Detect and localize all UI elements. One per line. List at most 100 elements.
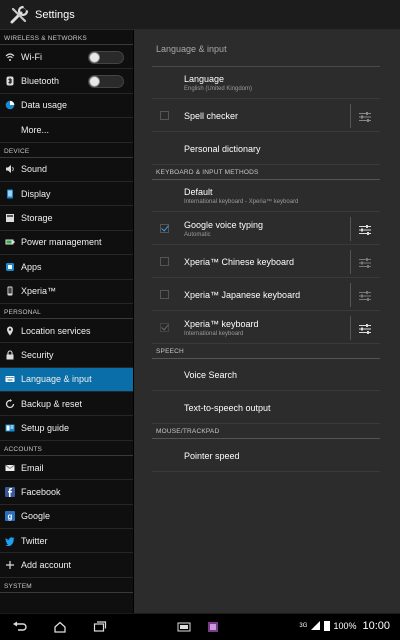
- small-app-icon[interactable]: [176, 620, 192, 634]
- pref-title: Text-to-speech output: [184, 403, 271, 413]
- settings-sliders-icon[interactable]: [358, 110, 372, 122]
- app-title: Settings: [35, 8, 75, 21]
- pref-spell-checker[interactable]: Spell checker: [152, 100, 380, 132]
- divider: [350, 104, 351, 128]
- sidebar-item-more[interactable]: More...: [0, 118, 133, 143]
- sidebar-item-data-usage[interactable]: Data usage: [0, 94, 133, 119]
- sidebar-item-language-input[interactable]: Language & input: [0, 367, 133, 393]
- pref-xperia-japanese-keyboard[interactable]: Xperia™ Japanese keyboard: [152, 279, 380, 311]
- sidebar-item-label: Data usage: [21, 100, 68, 111]
- pref-title: Voice Search: [184, 370, 238, 380]
- recent-apps-icon[interactable]: [91, 620, 109, 634]
- sidebar-item-label: Add account: [21, 560, 72, 571]
- sidebar-item-xperia[interactable]: Xperia™: [0, 280, 133, 304]
- section-header-personal: PERSONAL: [0, 304, 133, 319]
- sidebar-item-display[interactable]: Display: [0, 182, 133, 207]
- sidebar-item-label: Facebook: [21, 486, 61, 497]
- twitter-icon: [5, 536, 15, 546]
- sidebar-item-label: Display: [21, 188, 51, 199]
- sidebar-item-facebook[interactable]: Facebook: [0, 480, 133, 505]
- wifi-toggle[interactable]: [88, 51, 124, 64]
- sidebar-item-label: Location services: [21, 325, 91, 336]
- storage-icon: [5, 213, 15, 223]
- pref-summary: International keyboard: [184, 331, 244, 337]
- sidebar-item-label: Apps: [21, 261, 42, 272]
- toggle-knob: [89, 76, 100, 88]
- battery-icon: [5, 237, 15, 247]
- xperia-keyboard-checkbox[interactable]: [160, 323, 169, 332]
- sidebar-item-wifi[interactable]: Wi-Fi: [0, 45, 133, 70]
- sidebar-item-security[interactable]: Security: [0, 343, 133, 368]
- pref-text-to-speech[interactable]: Text-to-speech output: [152, 392, 380, 424]
- sidebar-item-email[interactable]: Email: [0, 456, 133, 481]
- section-header-wireless: WIRELESS & NETWORKS: [0, 30, 133, 45]
- sidebar-item-label: Power management: [21, 237, 102, 248]
- sidebar-item-label: Storage: [21, 213, 53, 224]
- category-speech: SPEECH: [156, 348, 184, 355]
- pref-title: Language: [184, 74, 225, 84]
- sidebar-item-label: Sound: [21, 164, 48, 175]
- divider: [350, 283, 351, 307]
- page-title: Language & input: [156, 44, 227, 54]
- location-icon: [5, 326, 15, 336]
- sidebar-item-setup-guide[interactable]: Setup guide: [0, 416, 133, 441]
- section-header-accounts: ACCOUNTS: [0, 441, 133, 456]
- divider: [350, 250, 351, 274]
- pref-xperia-keyboard[interactable]: Xperia™ keyboard International keyboard: [152, 312, 380, 344]
- settings-sliders-icon[interactable]: [358, 223, 372, 235]
- pref-xperia-chinese-keyboard[interactable]: Xperia™ Chinese keyboard: [152, 246, 380, 278]
- divider: [350, 316, 351, 340]
- settings-sliders-icon[interactable]: [358, 322, 372, 334]
- pref-default-keyboard[interactable]: Default International keyboard - Xperia™…: [152, 180, 380, 212]
- media-icon[interactable]: [205, 620, 221, 634]
- sidebar-item-apps[interactable]: Apps: [0, 255, 133, 280]
- sidebar-item-location-services[interactable]: Location services: [0, 319, 133, 344]
- sidebar-item-add-account[interactable]: Add account: [0, 553, 133, 578]
- sidebar-item-google[interactable]: g Google: [0, 505, 133, 530]
- settings-sliders-icon[interactable]: [358, 256, 372, 268]
- sidebar-item-label: Language & input: [21, 374, 92, 385]
- plus-icon: [5, 560, 15, 570]
- google-voice-checkbox[interactable]: [160, 224, 169, 233]
- sidebar-item-label: Email: [21, 462, 44, 473]
- setup-guide-icon: [5, 423, 15, 433]
- pref-pointer-speed[interactable]: Pointer speed: [152, 439, 380, 472]
- toggle-knob: [89, 52, 100, 63]
- wrench-screwdriver-icon[interactable]: [8, 4, 30, 26]
- sidebar-item-twitter[interactable]: Twitter: [0, 529, 133, 554]
- pref-summary: English (United Kingdom): [184, 86, 253, 92]
- sidebar-item-label: Setup guide: [21, 423, 70, 434]
- pref-language[interactable]: Language English (United Kingdom): [152, 67, 380, 99]
- xperia-japanese-checkbox[interactable]: [160, 290, 169, 299]
- pref-voice-search[interactable]: Voice Search: [152, 359, 380, 391]
- back-icon[interactable]: [11, 620, 29, 634]
- sidebar-item-backup-reset[interactable]: Backup & reset: [0, 392, 133, 417]
- sidebar-item-storage[interactable]: Storage: [0, 206, 133, 231]
- action-bar: Settings: [0, 0, 400, 30]
- xperia-icon: [5, 286, 15, 296]
- home-icon[interactable]: [51, 620, 69, 634]
- sidebar-item-sound[interactable]: Sound: [0, 158, 133, 182]
- xperia-chinese-checkbox[interactable]: [160, 257, 169, 266]
- sidebar-item-label: Backup & reset: [21, 398, 83, 409]
- pref-title: Xperia™ Japanese keyboard: [184, 290, 301, 300]
- bluetooth-icon: [5, 76, 15, 86]
- pref-title: Pointer speed: [184, 451, 240, 461]
- pref-summary: Automatic: [184, 232, 211, 238]
- settings-sliders-icon[interactable]: [358, 289, 372, 301]
- sidebar-item-label: Wi-Fi: [21, 51, 42, 62]
- pref-google-voice-typing[interactable]: Google voice typing Automatic: [152, 213, 380, 245]
- sidebar-item-label: More...: [21, 124, 50, 135]
- pref-personal-dictionary[interactable]: Personal dictionary: [152, 133, 380, 165]
- sidebar-item-bluetooth[interactable]: Bluetooth: [0, 69, 133, 94]
- system-navigation-bar: 3G 100% 10:00: [0, 613, 400, 640]
- apps-icon: [5, 262, 15, 272]
- spell-checker-checkbox[interactable]: [160, 111, 169, 120]
- bluetooth-toggle[interactable]: [88, 75, 124, 89]
- pref-title: Personal dictionary: [184, 144, 261, 154]
- sidebar-item-label: Google: [21, 511, 51, 522]
- status-area: 3G 100% 10:00: [299, 620, 390, 632]
- sidebar-item-power-management[interactable]: Power management: [0, 231, 133, 256]
- battery-level: 100%: [333, 621, 357, 631]
- wifi-icon: [5, 52, 15, 62]
